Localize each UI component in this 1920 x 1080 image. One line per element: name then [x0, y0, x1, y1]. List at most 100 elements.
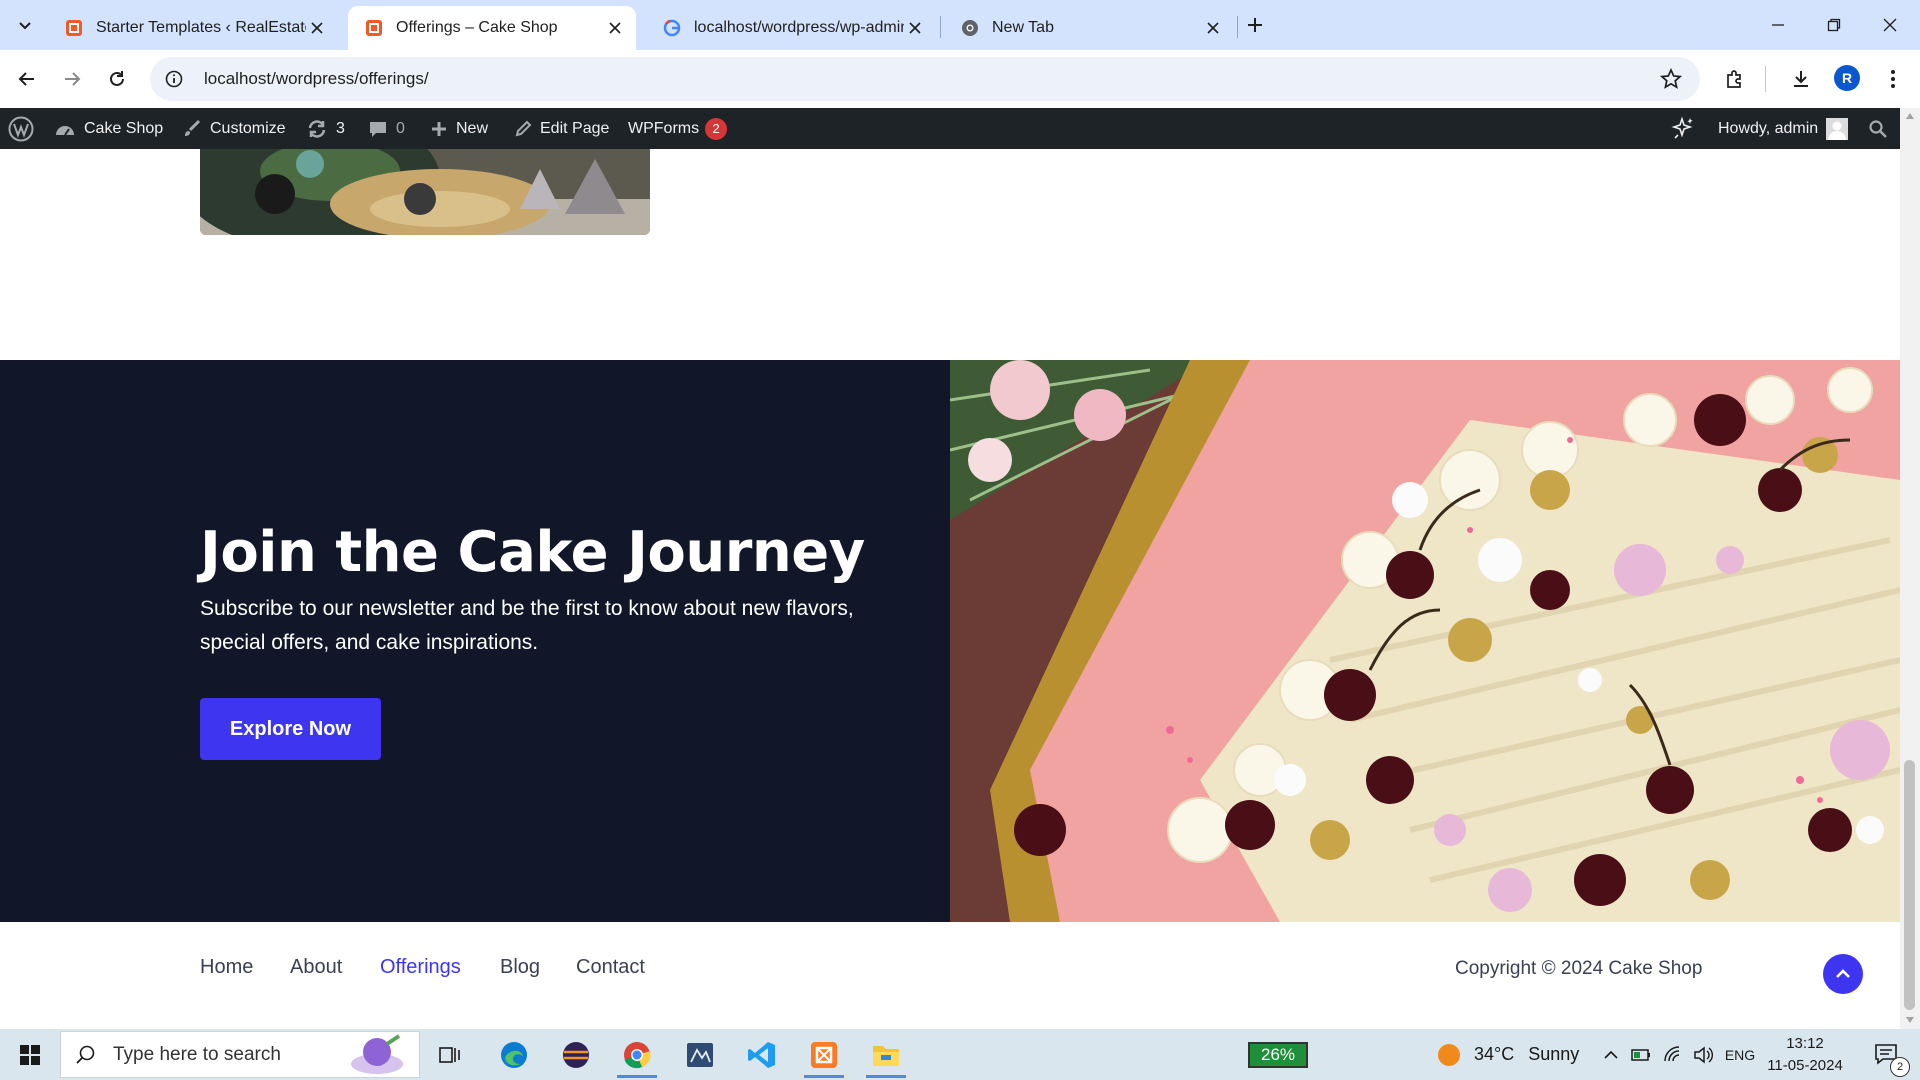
chevron-down-icon: [19, 22, 31, 30]
downloads-button[interactable]: [1784, 62, 1818, 96]
forward-button[interactable]: [55, 62, 89, 96]
tray-volume[interactable]: [1690, 1029, 1716, 1080]
taskbar-edge[interactable]: [486, 1029, 542, 1080]
tab-offerings-cake-shop[interactable]: Offerings – Cake Shop: [348, 6, 636, 50]
chevron-up-icon: [1836, 969, 1850, 978]
admin-updates[interactable]: 3: [306, 108, 345, 149]
admin-avatar: [1826, 117, 1849, 140]
reload-button[interactable]: [100, 62, 134, 96]
tab-title: localhost/wordpress/wp-admin: [694, 19, 904, 36]
taskbar-vscode[interactable]: [734, 1029, 790, 1080]
admin-comments[interactable]: 0: [368, 108, 405, 149]
wordpress-logo-button[interactable]: [8, 108, 34, 149]
clock-time: 13:12: [1786, 1035, 1824, 1052]
start-button[interactable]: [0, 1029, 60, 1080]
cake-shop-favicon: [64, 18, 84, 38]
admin-site-name[interactable]: Cake Shop: [54, 108, 163, 149]
tab-wp-admin[interactable]: localhost/wordpress/wp-admin: [646, 6, 936, 50]
taskbar-xampp[interactable]: [796, 1029, 852, 1080]
tab-title: New Tab: [992, 19, 1054, 36]
toolbar-divider: [1765, 66, 1766, 92]
tab-starter-templates[interactable]: Starter Templates ‹ RealEstate-E: [48, 6, 338, 50]
newsletter-cta-section: Join the Cake Journey Subscribe to our n…: [0, 360, 1900, 922]
footer-nav-contact[interactable]: Contact: [576, 956, 645, 979]
tab-new-tab[interactable]: New Tab: [944, 6, 1234, 50]
footer-nav-home[interactable]: Home: [200, 956, 253, 979]
taskbar-eclipse[interactable]: [548, 1029, 604, 1080]
wpforms-badge: 2: [705, 117, 728, 140]
taskbar-clock[interactable]: 13:12 11-05-2024: [1760, 1033, 1850, 1077]
admin-search[interactable]: [1868, 108, 1888, 149]
pencil-icon: [514, 120, 532, 138]
taskbar-chrome[interactable]: [609, 1029, 665, 1080]
search-icon: [1869, 119, 1887, 138]
footer-nav-blog[interactable]: Blog: [500, 956, 540, 979]
tab-separator: [1237, 16, 1238, 38]
wifi-icon: [1664, 1045, 1680, 1061]
close-icon[interactable]: [306, 17, 328, 39]
restore-button[interactable]: [1806, 0, 1862, 50]
browser-menu-button[interactable]: [1876, 62, 1910, 96]
admin-edit-page[interactable]: Edit Page: [514, 108, 609, 149]
chrome-icon: [624, 1041, 651, 1068]
tab-separator: [940, 16, 941, 38]
admin-account[interactable]: Howdy, admin: [1718, 108, 1849, 149]
sun-weather-icon: [1438, 1043, 1460, 1066]
taskbar-sql-tool[interactable]: [672, 1029, 728, 1080]
tray-battery[interactable]: [1628, 1029, 1654, 1080]
search-highlight-illustration-icon: [351, 1034, 403, 1074]
join-subtitle: Subscribe to our newsletter and be the f…: [200, 597, 854, 654]
notification-center-button[interactable]: 2: [1862, 1029, 1912, 1080]
edge-browser-icon: [501, 1041, 527, 1068]
task-view-button[interactable]: [422, 1029, 478, 1080]
tray-overflow-button[interactable]: [1598, 1029, 1624, 1080]
back-button[interactable]: [10, 62, 44, 96]
plus-icon: [430, 120, 448, 138]
bookmark-star-icon[interactable]: [1660, 68, 1682, 90]
speaker-icon: [1694, 1045, 1713, 1064]
google-icon: [662, 18, 682, 38]
window-close-button[interactable]: [1862, 0, 1918, 50]
admin-new-content[interactable]: New: [430, 108, 488, 149]
reload-icon: [110, 71, 124, 86]
taskbar-file-explorer[interactable]: [858, 1029, 914, 1080]
scroll-up-arrow-icon[interactable]: [1905, 112, 1915, 120]
new-tab-button[interactable]: [1240, 12, 1270, 38]
battery-charging-icon: [1631, 1048, 1650, 1061]
scrollbar-thumb[interactable]: [1904, 760, 1915, 1010]
explore-now-button[interactable]: Explore Now: [200, 698, 381, 760]
address-bar[interactable]: localhost/wordpress/offerings/: [150, 57, 1700, 101]
tray-language[interactable]: ENG: [1722, 1029, 1758, 1080]
footer-nav-offerings[interactable]: Offerings: [380, 956, 461, 979]
admin-customize[interactable]: Customize: [182, 108, 286, 149]
extensions-button[interactable]: [1718, 62, 1752, 96]
scroll-to-top-button[interactable]: [1823, 954, 1863, 994]
admin-wpforms[interactable]: WPForms 2: [628, 108, 728, 149]
profile-avatar[interactable]: R: [1834, 65, 1860, 91]
database-tool-icon: [687, 1042, 713, 1067]
windows-logo-icon: [20, 1044, 40, 1065]
clock-date: 11-05-2024: [1767, 1057, 1843, 1074]
howdy-label: Howdy, admin: [1718, 119, 1819, 137]
wordpress-logo-icon: [8, 116, 34, 141]
site-name-label: Cake Shop: [84, 119, 164, 137]
edit-page-label: Edit Page: [540, 119, 610, 137]
footer-nav-about[interactable]: About: [290, 956, 342, 979]
taskbar-search-box[interactable]: Type here to search: [60, 1031, 420, 1078]
vscode-icon: [748, 1041, 775, 1068]
browser-tab-strip: Starter Templates ‹ RealEstate-E Offerin…: [0, 0, 1920, 50]
minimize-button[interactable]: [1750, 0, 1806, 50]
tray-network[interactable]: [1660, 1029, 1686, 1080]
weather-widget[interactable]: 34°C Sunny: [1436, 1029, 1579, 1080]
scroll-down-arrow-icon[interactable]: [1905, 1016, 1915, 1024]
battery-widget[interactable]: 26%: [1248, 1042, 1308, 1068]
browser-toolbar: localhost/wordpress/offerings/ R: [0, 50, 1920, 108]
kebab-menu-icon: [1891, 70, 1895, 88]
site-info-icon[interactable]: [164, 69, 184, 89]
site-footer: Home About Offerings Blog Contact Copyri…: [0, 922, 1900, 1029]
ai-sparkle-button[interactable]: [1670, 108, 1696, 149]
close-icon[interactable]: [1202, 17, 1224, 39]
close-icon[interactable]: [604, 17, 626, 39]
tab-search-button[interactable]: [10, 10, 40, 40]
close-icon[interactable]: [904, 17, 926, 39]
